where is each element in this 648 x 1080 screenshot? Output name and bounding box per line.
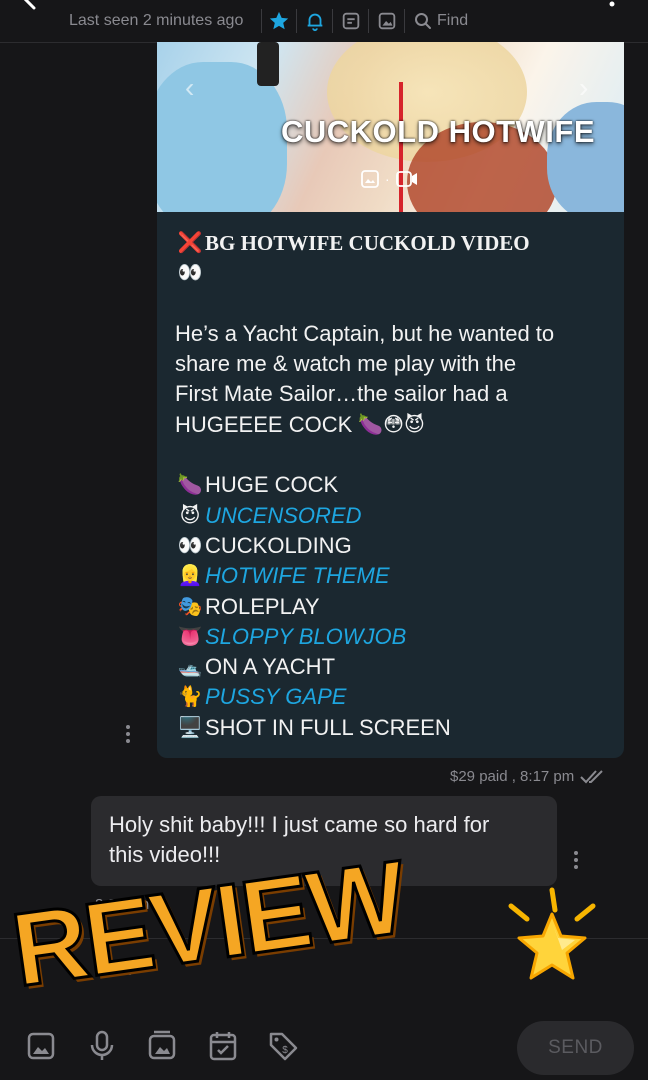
post-text: ❌ BG HOTWIFE CUCKOLD VIDEO 👀 He’s a Yach… xyxy=(175,228,615,743)
feature-emoji-icon: 🖥️ xyxy=(177,716,203,739)
feature-label: HUGE COCK xyxy=(205,472,339,498)
post-message-bubble: ‹ › CUCKOLD HOTWIFE · ❌ BG HOTWIFE CUCKO… xyxy=(157,42,624,758)
body-line: He’s a Yacht Captain, but he wanted to xyxy=(175,320,555,346)
carousel-prev-icon[interactable]: ‹ xyxy=(185,72,194,104)
price-tag-icon[interactable]: $ xyxy=(268,1030,298,1062)
feature-link[interactable]: HOTWIFE THEME xyxy=(205,561,390,591)
review-overlay-text: REVIEW xyxy=(4,838,412,1010)
feature-emoji-icon: 🎭 xyxy=(177,595,203,618)
cross-mark-icon: ❌ xyxy=(177,232,203,254)
feature-item[interactable]: 🐈 PUSSY GAPE xyxy=(175,682,615,712)
body-line-text: HUGEEEE COCK xyxy=(175,411,353,437)
notes-icon[interactable] xyxy=(340,10,362,32)
last-seen-status: Last seen 2 minutes ago xyxy=(69,12,244,29)
glowing-star-icon xyxy=(508,887,596,980)
thumbnail-shape xyxy=(257,42,279,86)
thumbnail-title: CUCKOLD HOTWIFE xyxy=(281,114,596,149)
bell-icon[interactable] xyxy=(304,10,326,32)
feature-item: 🖥️ SHOT IN FULL SCREEN xyxy=(175,713,615,743)
feature-emoji-icon: 🛥️ xyxy=(177,656,203,679)
post-headline: ❌ BG HOTWIFE CUCKOLD VIDEO xyxy=(175,228,615,258)
feature-item: 👀 CUCKOLDING xyxy=(175,531,615,561)
headline-text: BG HOTWIFE CUCKOLD VIDEO xyxy=(205,231,530,255)
feature-item[interactable]: 👱‍♀️ HOTWIFE THEME xyxy=(175,561,615,591)
divider xyxy=(404,9,405,33)
post-options-icon[interactable] xyxy=(125,724,131,744)
feature-emoji-icon: 👱‍♀️ xyxy=(177,565,203,588)
chat-header: Last seen 2 minutes ago Find xyxy=(0,0,648,43)
feature-link[interactable]: UNCENSORED xyxy=(205,501,361,531)
microphone-icon[interactable] xyxy=(87,1030,117,1062)
star-icon[interactable] xyxy=(268,10,290,32)
reply-options-icon[interactable] xyxy=(573,850,579,870)
badge-separator: · xyxy=(385,171,390,187)
calendar-icon[interactable] xyxy=(208,1030,238,1062)
media-type-badges: · xyxy=(361,170,418,188)
double-check-icon xyxy=(580,769,603,783)
feature-label: SHOT IN FULL SCREEN xyxy=(205,714,451,740)
media-thumbnail[interactable]: ‹ › CUCKOLD HOTWIFE · xyxy=(157,42,624,212)
search-icon xyxy=(415,13,431,29)
divider xyxy=(261,9,262,33)
feature-item[interactable]: 😈 UNCENSORED xyxy=(175,501,615,531)
feature-item: 🎭 ROLEPLAY xyxy=(175,592,615,622)
body-line: HUGEEEE COCK 🍆😳😈 xyxy=(175,410,615,440)
feature-link[interactable]: PUSSY GAPE xyxy=(205,682,346,712)
divider xyxy=(368,9,369,33)
eyes-emoji-icon: 👀 xyxy=(177,262,203,285)
feature-emoji-icon: 👀 xyxy=(177,534,203,557)
feature-label: ROLEPLAY xyxy=(205,593,320,619)
image-icon xyxy=(361,170,379,188)
divider xyxy=(332,9,333,33)
feature-list: 🍆 HUGE COCK 😈 UNCENSORED 👀 CUCKOLDING 👱‍♀️ HOTW… xyxy=(175,470,615,743)
kebab-menu-icon[interactable] xyxy=(604,0,620,16)
feature-link[interactable]: SLOPPY BLOWJOB xyxy=(205,622,406,652)
emoji-group-icon: 🍆😳😈 xyxy=(358,413,425,436)
headline-tail: 👀 xyxy=(175,258,615,288)
body-line: share me & watch me play with the xyxy=(175,351,517,377)
svg-text:$: $ xyxy=(282,1045,288,1056)
post-meta: $29 paid , 8:17 pm xyxy=(450,768,608,785)
find-label: Find xyxy=(437,12,469,29)
feature-item: 🛥️ ON A YACHT xyxy=(175,652,615,682)
send-button[interactable]: SEND xyxy=(517,1021,634,1075)
feature-emoji-icon: 🍆 xyxy=(177,474,203,497)
body-line: First Mate Sailor…the sailor had a xyxy=(175,381,508,407)
divider xyxy=(296,9,297,33)
feature-emoji-icon: 👅 xyxy=(177,625,203,648)
feature-label: CUCKOLDING xyxy=(205,532,352,558)
carousel-next-icon[interactable]: › xyxy=(579,72,588,104)
feature-emoji-icon: 😈 xyxy=(179,504,201,527)
feature-item: 🍆 HUGE COCK xyxy=(175,470,615,500)
feature-label: ON A YACHT xyxy=(205,654,336,680)
find-button[interactable]: Find xyxy=(414,10,468,32)
back-arrow-icon[interactable] xyxy=(20,0,50,16)
paid-timestamp: $29 paid , 8:17 pm xyxy=(450,768,575,785)
image-icon[interactable] xyxy=(26,1030,56,1062)
feature-emoji-icon: 🐈 xyxy=(177,686,203,709)
image-gallery-icon[interactable] xyxy=(376,10,398,32)
media-vault-icon[interactable] xyxy=(147,1030,177,1062)
reply-line: Holy shit baby!!! I just came so hard fo… xyxy=(109,812,490,837)
video-icon xyxy=(395,171,417,187)
feature-item[interactable]: 👅 SLOPPY BLOWJOB xyxy=(175,622,615,652)
